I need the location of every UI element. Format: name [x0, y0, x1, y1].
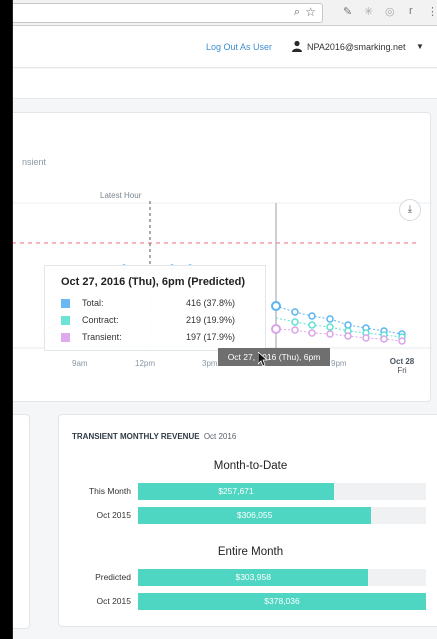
- total-point-highlight: [271, 301, 281, 311]
- transient-point: [308, 329, 316, 337]
- revenue-bar-track: $257,671: [138, 483, 426, 500]
- entire-month-heading: Entire Month: [217, 546, 284, 558]
- pen-icon[interactable]: ✎: [343, 5, 352, 18]
- tooltip-value: 219 (19.9%): [186, 315, 236, 325]
- contract-point: [326, 323, 334, 331]
- tooltip-label: Total:: [82, 298, 104, 308]
- total-point: [344, 321, 352, 329]
- total-point: [291, 308, 299, 316]
- x-tick-label: 9am: [72, 359, 88, 368]
- x-tick-label: 12pm: [135, 359, 156, 368]
- revenue-card-title: TRANSIENT MONTHLY REVENUE Oct 2016: [72, 432, 236, 441]
- magnifier-icon[interactable]: ⌕: [294, 6, 300, 19]
- bar-label: Predicted: [95, 572, 131, 582]
- contract-point: [291, 318, 299, 326]
- tooltip-row-total: Total: 416 (37.8%): [61, 297, 257, 311]
- user-email[interactable]: NPA2016@smarking.net: [307, 42, 406, 52]
- mouse-cursor-icon: [258, 352, 268, 366]
- x-tick-label: 9pm: [331, 359, 347, 368]
- tooltip-row-transient: Transient: 197 (17.9%): [61, 331, 257, 345]
- snowflake-icon[interactable]: ✳: [364, 5, 373, 18]
- tooltip-label: Transient:: [82, 332, 122, 342]
- tooltip-row-contract: Contract: 219 (19.9%): [61, 314, 257, 328]
- contract-point: [308, 321, 316, 329]
- total-point: [308, 312, 316, 320]
- bar-label: Oct 2015: [96, 510, 132, 520]
- sub-navigation-bar: [13, 69, 437, 99]
- contract-swatch: [61, 316, 70, 325]
- chart-tooltip: Oct 27, 2016 (Thu), 6pm (Predicted) Tota…: [44, 265, 266, 351]
- browser-toolbar: ⌕ ☆ ✎ ✳ ◎ r ⋮: [13, 0, 437, 26]
- revenue-title-text: TRANSIENT MONTHLY REVENUE: [72, 432, 200, 441]
- transient-point: [291, 326, 299, 334]
- tooltip-label: Contract:: [82, 315, 119, 325]
- hover-time-tooltip: Oct 27, 2016 (Thu), 6pm: [218, 348, 330, 366]
- revenue-bar-track: $306,055: [138, 507, 426, 524]
- revenue-bar-value: $257,671: [218, 486, 254, 496]
- star-icon[interactable]: ☆: [305, 5, 316, 19]
- revenue-bar-value: $303,958: [235, 572, 271, 582]
- download-icon: ⤓: [407, 204, 413, 215]
- x-tick-date-line1: Oct 28: [389, 357, 415, 366]
- logout-link[interactable]: Log Out As User: [206, 42, 272, 52]
- total-swatch: [61, 299, 70, 308]
- transient-point: [326, 330, 334, 338]
- caret-down-icon[interactable]: ▼: [416, 42, 424, 51]
- tooltip-value: 416 (37.8%): [186, 298, 236, 308]
- transient-revenue-card: TRANSIENT MONTHLY REVENUE Oct 2016 Month…: [58, 414, 437, 627]
- x-tick-date-line2: Fri: [397, 366, 407, 375]
- bar-label: This Month: [88, 486, 131, 496]
- r-icon[interactable]: r: [409, 5, 413, 17]
- download-button[interactable]: ⤓: [399, 199, 421, 221]
- transient-point-highlight: [271, 324, 281, 334]
- revenue-bar-track: $303,958: [138, 569, 426, 586]
- transient-swatch: [61, 333, 70, 342]
- tooltip-value: 197 (17.9%): [186, 332, 236, 342]
- menu-dots-icon[interactable]: ⋮: [427, 5, 437, 18]
- left-card-partial: [13, 414, 30, 629]
- browser-window: ⌕ ☆ ✎ ✳ ◎ r ⋮ Log Out As User NPA2016@sm…: [12, 0, 437, 639]
- transient-point: [398, 337, 406, 345]
- transient-point: [362, 334, 370, 342]
- app-header: Log Out As User NPA2016@smarking.net ▼: [13, 26, 437, 68]
- month-to-date-heading: Month-to-Date: [213, 460, 288, 472]
- latest-hour-label: Latest Hour: [100, 191, 142, 200]
- tooltip-title: Oct 27, 2016 (Thu), 6pm (Predicted): [61, 276, 245, 288]
- revenue-bar-value: $378,036: [264, 596, 300, 606]
- revenue-bar-value: $306,055: [236, 510, 273, 520]
- transient-point: [344, 332, 352, 340]
- circle-icon[interactable]: ◎: [385, 5, 395, 18]
- x-tick-label: 3pm: [202, 359, 218, 368]
- bar-label: Oct 2015: [96, 596, 132, 606]
- transient-point: [380, 335, 388, 343]
- x-tick-date: Oct 28 Fri: [382, 357, 422, 375]
- total-point: [326, 315, 334, 323]
- revenue-bar-track: $378,036: [138, 593, 426, 610]
- address-bar[interactable]: ⌕ ☆: [13, 3, 323, 23]
- revenue-date: Oct 2016: [203, 432, 237, 441]
- user-icon: [292, 40, 302, 52]
